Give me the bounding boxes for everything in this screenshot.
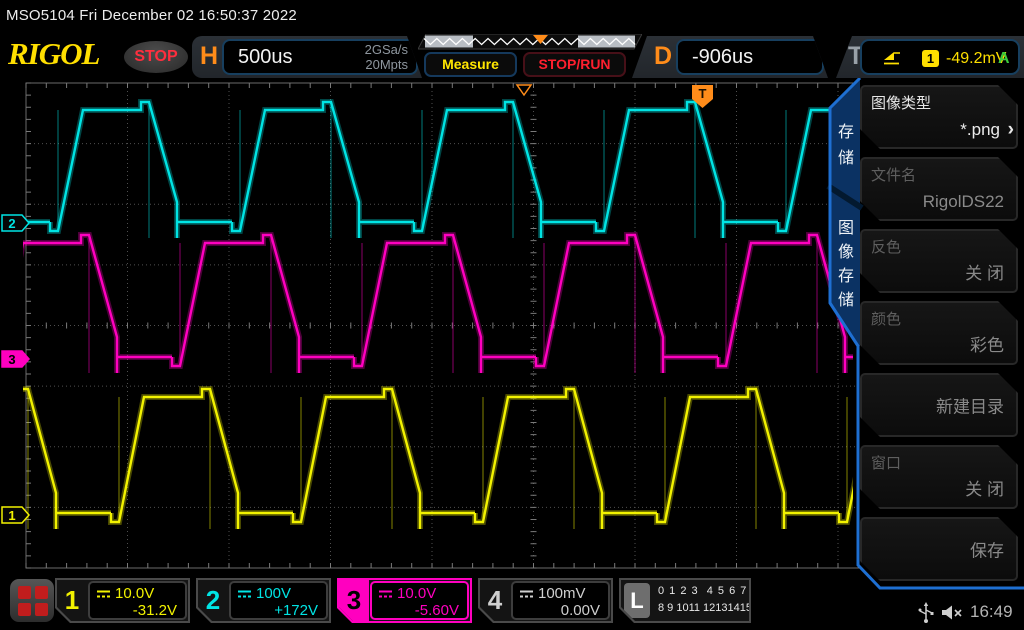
measure-button[interactable]: Measure bbox=[424, 52, 517, 77]
trigger-mode: A bbox=[998, 50, 1010, 68]
trigger-settings-group[interactable]: T 1 -49.2mV A bbox=[836, 36, 1024, 78]
menu-item-value: 新建目录 bbox=[936, 393, 1004, 418]
rigol-logo: RIGOL bbox=[8, 36, 99, 72]
clock: 16:49 bbox=[970, 602, 1013, 622]
menu-item-value: *.png bbox=[960, 120, 1000, 140]
channel-1-zero-marker[interactable]: 1 bbox=[2, 507, 29, 523]
horizontal-settings-group[interactable]: H 500us 2GSa/s 20Mpts bbox=[192, 36, 422, 78]
timebase-value: 500us bbox=[238, 46, 293, 69]
channel-1-status[interactable]: 1 10.0V -31.2V bbox=[55, 578, 190, 623]
channel-scale: 10.0V bbox=[115, 585, 154, 602]
menu-item-label: 反色 bbox=[871, 236, 901, 257]
usb-icon bbox=[916, 602, 936, 624]
menu-item-label: 图像类型 bbox=[871, 92, 931, 113]
menu-item-invert[interactable]: 反色关 闭 bbox=[860, 229, 1018, 293]
memory-depth: 20Mpts bbox=[365, 57, 408, 72]
svg-text:2: 2 bbox=[8, 216, 15, 231]
chevron-right-icon: › bbox=[1008, 119, 1014, 141]
svg-text:T: T bbox=[699, 86, 707, 101]
menu-item-label: 文件名 bbox=[871, 164, 916, 185]
channel-offset: -31.2V bbox=[133, 602, 177, 619]
channel-3-zero-marker[interactable]: 3 bbox=[2, 351, 29, 367]
svg-text:1: 1 bbox=[8, 508, 15, 523]
logic-label: L bbox=[624, 583, 650, 618]
menu-item-value: 关 闭 bbox=[965, 475, 1004, 500]
channel-offset: +172V bbox=[274, 602, 318, 619]
waveform-record-bar[interactable] bbox=[418, 34, 642, 50]
logic-row-2: 8 9 1011 12131415 bbox=[658, 602, 752, 614]
channel-offset: 0.00V bbox=[561, 602, 600, 619]
channel-scale: 100V bbox=[256, 585, 291, 602]
menu-item-value: RigolDS22 bbox=[923, 192, 1004, 212]
delay-settings-group[interactable]: D -906us bbox=[632, 36, 828, 78]
menu-item-label: 颜色 bbox=[871, 308, 901, 329]
trigger-position-triangle[interactable] bbox=[517, 85, 531, 95]
menu-item-label: 窗口 bbox=[871, 452, 901, 473]
channel-4-status[interactable]: 4 100mV 0.00V bbox=[478, 578, 613, 623]
menu-item-file-name[interactable]: 文件名 RigolDS22 bbox=[860, 157, 1018, 221]
stop-run-button[interactable]: STOP/RUN bbox=[523, 52, 626, 77]
logic-channels-status[interactable]: L 0 1 2 3 4 5 6 7 8 9 1011 12131415 bbox=[619, 578, 751, 623]
dc-coupling-icon bbox=[237, 589, 252, 599]
channel-scale: 10.0V bbox=[397, 585, 436, 602]
delay-value: -906us bbox=[692, 46, 753, 69]
menu-item-save[interactable]: 保存 bbox=[860, 517, 1018, 581]
dc-coupling-icon bbox=[96, 589, 111, 599]
menu-item-color[interactable]: 颜色彩色 bbox=[860, 301, 1018, 365]
horizontal-knob-label: H bbox=[200, 42, 218, 71]
trigger-display[interactable]: 1 -49.2mV A bbox=[860, 39, 1020, 75]
channel-offset: -5.60V bbox=[415, 602, 459, 619]
channel-2-status[interactable]: 2 100V +172V bbox=[196, 578, 331, 623]
trace-ch3 bbox=[0, 235, 900, 373]
channel-3-status[interactable]: 3 10.0V -5.60V bbox=[337, 578, 472, 623]
menu-item-value: 保存 bbox=[970, 537, 1004, 562]
trace-ch3-glow bbox=[0, 235, 900, 373]
trigger-source-badge: 1 bbox=[922, 50, 939, 67]
trace-ch2-glow bbox=[0, 102, 960, 238]
storage-menu-panel: 存储图像存储 图像类型*.png›文件名RigolDS22反色关 闭颜色彩色新建… bbox=[820, 78, 1024, 630]
run-state-badge: STOP bbox=[124, 41, 188, 73]
oscilloscope-screen: { "status_bar": { "text": "MSO5104 Fri D… bbox=[0, 0, 1024, 630]
delay-display[interactable]: -906us bbox=[676, 39, 824, 75]
menu-grid-button[interactable] bbox=[10, 579, 54, 622]
svg-text:3: 3 bbox=[8, 352, 15, 367]
falling-edge-icon bbox=[882, 48, 902, 66]
menu-item-value: 彩色 bbox=[970, 331, 1004, 356]
sample-rate: 2GSa/s bbox=[365, 42, 408, 57]
trace-ch2 bbox=[0, 102, 960, 238]
timebase-display[interactable]: 500us 2GSa/s 20Mpts bbox=[222, 39, 418, 75]
dc-coupling-icon bbox=[378, 589, 393, 599]
logic-row-1: 0 1 2 3 4 5 6 7 bbox=[658, 585, 747, 597]
channel-scale: 100mV bbox=[538, 585, 586, 602]
trace-ch2-glitch bbox=[0, 102, 877, 238]
menu-item-value: 关 闭 bbox=[965, 259, 1004, 284]
status-bar-text: MSO5104 Fri December 02 16:50:37 2022 bbox=[6, 7, 297, 24]
delay-knob-label: D bbox=[654, 42, 672, 71]
menu-item-window[interactable]: 窗口关 闭 bbox=[860, 445, 1018, 509]
dc-coupling-icon bbox=[519, 589, 534, 599]
trace-ch3-glitch bbox=[0, 235, 817, 373]
channel-2-zero-marker[interactable]: 2 bbox=[2, 215, 29, 231]
speaker-muted-icon bbox=[941, 604, 965, 622]
menu-item-image-type[interactable]: 图像类型 *.png › bbox=[860, 85, 1018, 149]
menu-item-new-directory[interactable]: 新建目录 bbox=[860, 373, 1018, 437]
